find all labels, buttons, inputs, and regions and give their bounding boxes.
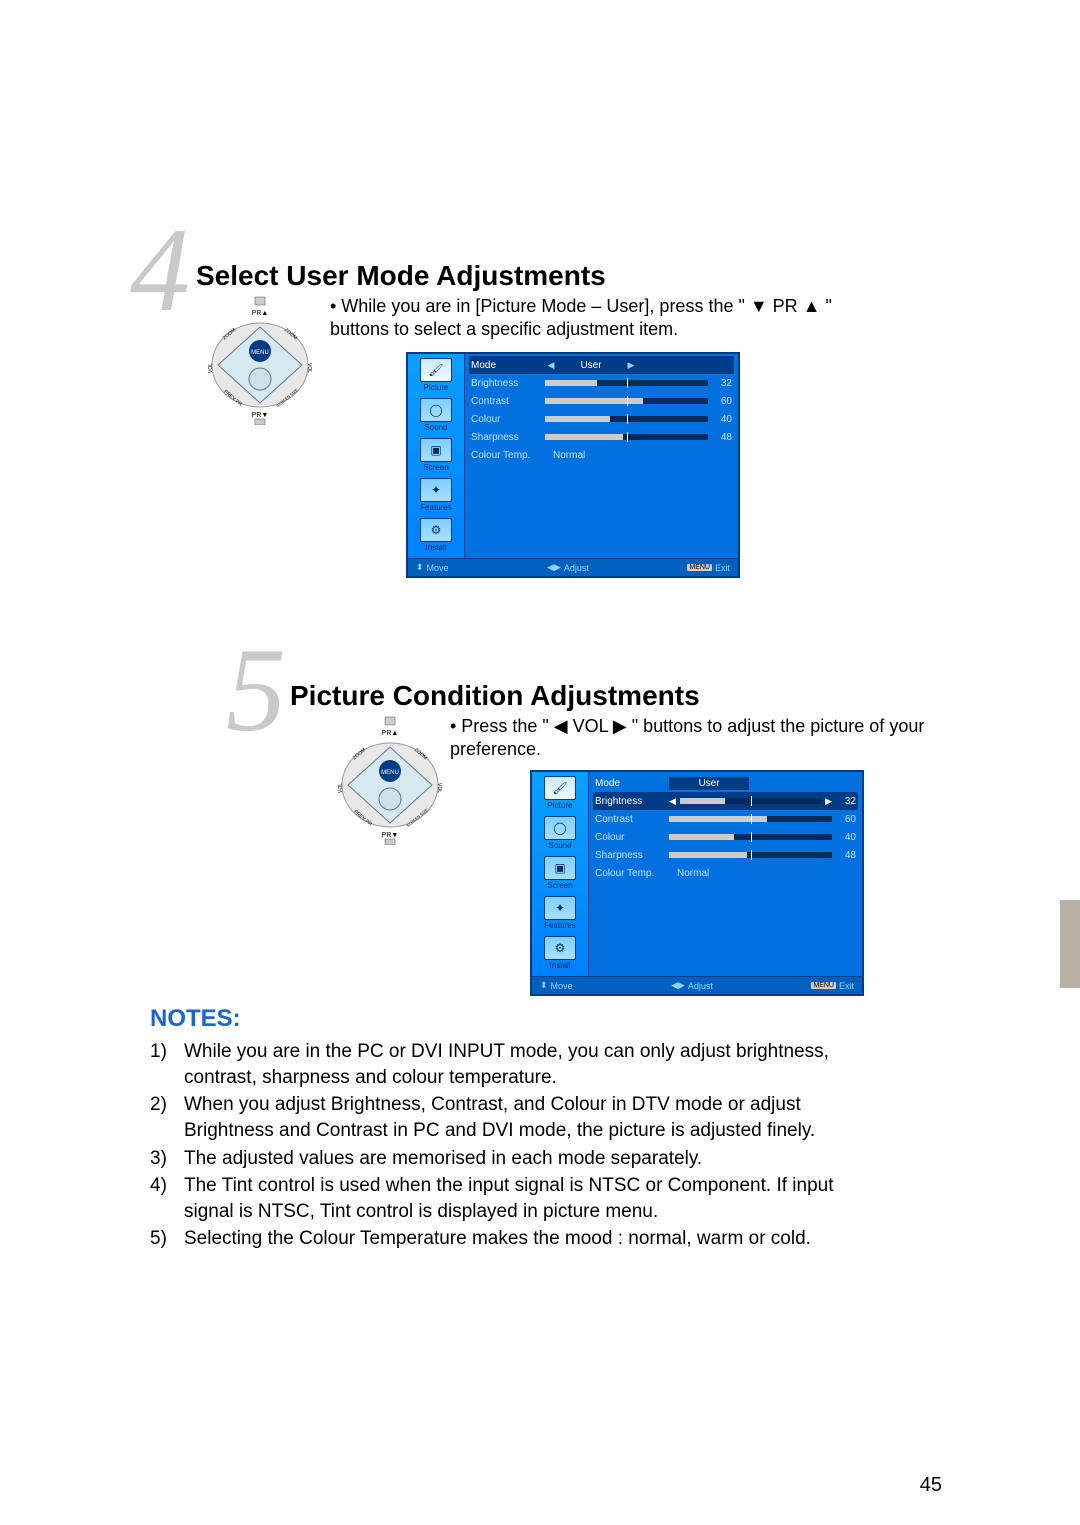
osd-mode-value: User (561, 359, 621, 372)
osd-foot-adjust: ◀▶ Adjust (547, 562, 589, 573)
side-tab-install[interactable]: ⚙ Install (408, 516, 464, 556)
osd-foot-move: ⬍ Move (416, 562, 449, 573)
brush-icon: 🖌 (420, 358, 452, 382)
side-tab-features[interactable]: ✦ Features (532, 894, 588, 934)
features-icon: ✦ (420, 478, 452, 502)
svg-text:PR▼: PR▼ (382, 832, 399, 839)
notes-list: 1)While you are in the PC or DVI INPUT m… (150, 1039, 870, 1252)
osd-row-colour[interactable]: Colour 40 (593, 828, 858, 846)
side-tab-picture[interactable]: 🖌 Picture (408, 356, 464, 396)
osd-row-mode[interactable]: Mode ◀ User ▶ (469, 356, 734, 374)
sound-icon: ◯ (544, 816, 576, 840)
osd-foot-move: ⬍ Move (540, 980, 573, 991)
step5-title: Picture Condition Adjustments (290, 680, 700, 712)
features-icon: ✦ (544, 896, 576, 920)
osd-foot-exit: MENU Exit (687, 562, 730, 573)
svg-text:VOL: VOL (338, 783, 344, 793)
install-icon: ⚙ (544, 936, 576, 960)
side-tab-install[interactable]: ⚙ Install (532, 934, 588, 974)
step4-number: 4 (130, 210, 190, 330)
svg-text:PR▲: PR▲ (382, 730, 399, 737)
sound-icon: ◯ (420, 398, 452, 422)
remote-pr-up: PR▲ (252, 310, 269, 317)
step5-number: 5 (226, 630, 286, 750)
osd-row-contrast[interactable]: Contrast 60 (593, 810, 858, 828)
side-tab-screen[interactable]: ▣ Screen (532, 854, 588, 894)
side-tab-sound[interactable]: ◯ Sound (532, 814, 588, 854)
osd-row-colour[interactable]: Colour 40 (469, 410, 734, 428)
side-tab-screen[interactable]: ▣ Screen (408, 436, 464, 476)
osd-row-brightness[interactable]: Brightness 32 (469, 374, 734, 392)
step5-instruction: • Press the " ◀ VOL ▶ " buttons to adjus… (450, 715, 950, 762)
side-tab-picture[interactable]: 🖌 Picture (532, 774, 588, 814)
brush-icon: 🖌 (544, 776, 576, 800)
install-icon: ⚙ (420, 518, 452, 542)
step4-instruction: • While you are in [Picture Mode – User]… (330, 295, 890, 342)
remote-illustration-5: PR▲ MENU VOL VOL ZOOM ZOOM PREV PR SCREE… (330, 715, 450, 850)
page-side-tab (1060, 900, 1080, 988)
right-arrow-icon[interactable]: ▶ (625, 358, 637, 372)
osd-foot-adjust: ◀▶ Adjust (671, 980, 713, 991)
remote-menu: MENU (251, 350, 269, 356)
remote-illustration-4: PR▲ MENU VOL VOL ZOOM ZOOM PREV PR SCREE… (200, 295, 320, 430)
osd-row-brightness[interactable]: Brightness ◀ ▶ 32 (593, 792, 858, 810)
osd-foot-exit: MENU Exit (811, 980, 854, 991)
osd-row-colourtemp[interactable]: Colour Temp. Normal (593, 864, 858, 882)
osd-row-contrast[interactable]: Contrast 60 (469, 392, 734, 410)
notes-heading: NOTES: (150, 1005, 870, 1033)
svg-text:VOL: VOL (436, 783, 442, 793)
svg-text:VOL: VOL (208, 363, 214, 373)
osd-row-colourtemp[interactable]: Colour Temp. Normal (469, 446, 734, 464)
screen-icon: ▣ (544, 856, 576, 880)
step4-title: Select User Mode Adjustments (196, 260, 606, 292)
osd-menu-5: 🖌 Picture ◯ Sound ▣ Screen ✦ Features (530, 770, 864, 996)
screen-icon: ▣ (420, 438, 452, 462)
side-tab-features[interactable]: ✦ Features (408, 476, 464, 516)
osd-row-sharpness[interactable]: Sharpness 48 (469, 428, 734, 446)
svg-text:MENU: MENU (381, 770, 399, 776)
osd-mode-value: User (669, 777, 749, 790)
svg-text:VOL: VOL (306, 363, 312, 373)
osd-menu-4: 🖌 Picture ◯ Sound ▣ Screen ✦ Features (406, 352, 740, 578)
remote-pr-down: PR▼ (252, 412, 269, 419)
left-arrow-icon[interactable]: ◀ (545, 358, 557, 372)
osd-row-sharpness[interactable]: Sharpness 48 (593, 846, 858, 864)
side-tab-sound[interactable]: ◯ Sound (408, 396, 464, 436)
page-number: 45 (920, 1474, 942, 1497)
osd-row-mode[interactable]: Mode User (593, 774, 858, 792)
